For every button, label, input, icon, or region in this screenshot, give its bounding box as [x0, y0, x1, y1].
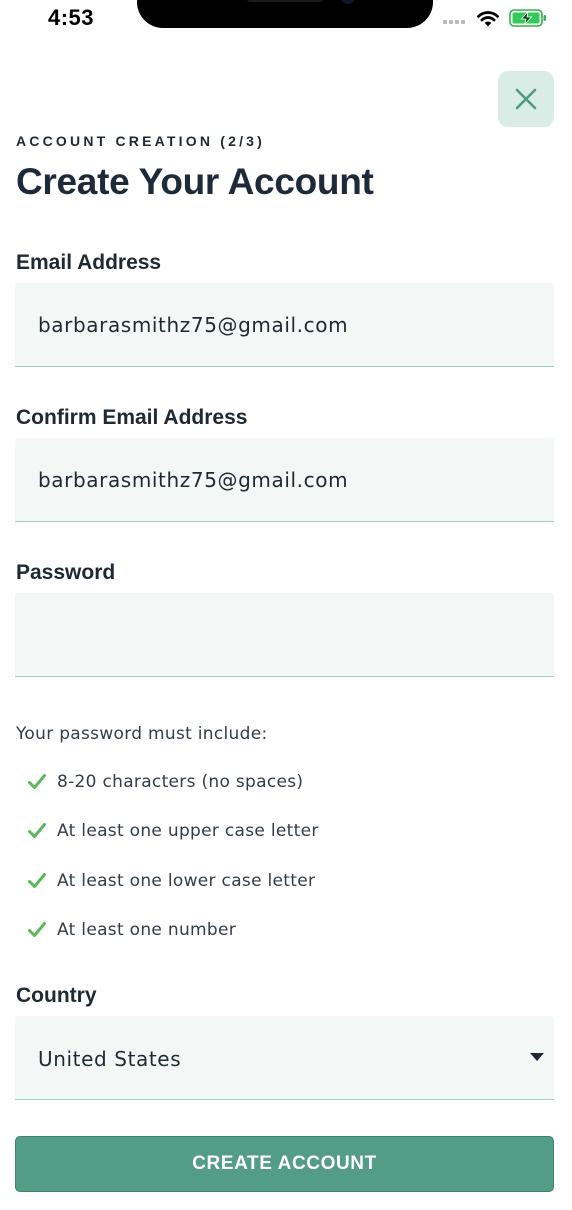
close-button[interactable] — [498, 71, 554, 127]
country-select[interactable]: United States — [15, 1016, 554, 1100]
password-rule-number: At least one number — [27, 920, 236, 940]
create-account-button-label: CREATE ACCOUNT — [192, 1153, 377, 1174]
password-rule-text: At least one number — [57, 920, 237, 940]
checkmark-icon — [28, 774, 46, 789]
password-rules-intro: Your password must include: — [16, 724, 268, 744]
password-rule-length: 8-20 characters (no spaces) — [27, 772, 303, 792]
email-value: barbarasmithz75@gmail.com — [38, 313, 349, 337]
checkmark-icon — [28, 873, 46, 888]
notch-camera — [341, 0, 355, 4]
confirm-email-field[interactable]: barbarasmithz75@gmail.com — [15, 438, 554, 522]
password-field[interactable] — [15, 593, 554, 677]
password-rule-text: 8-20 characters (no spaces) — [57, 772, 304, 792]
step-indicator: ACCOUNT CREATION (2/3) — [16, 133, 266, 149]
device-notch — [137, 0, 433, 28]
wifi-icon — [477, 11, 499, 27]
notch-speaker — [247, 0, 323, 2]
checkmark-icon — [28, 823, 46, 838]
status-time: 4:53 — [48, 5, 95, 30]
battery-charging-icon — [509, 9, 546, 27]
confirm-email-value: barbarasmithz75@gmail.com — [38, 468, 349, 492]
password-rule-text: At least one upper case letter — [57, 821, 319, 841]
page-title: Create Your Account — [16, 161, 374, 202]
checkmark-icon — [28, 922, 46, 937]
password-label: Password — [16, 561, 116, 584]
password-rule-lowercase: At least one lower case letter — [27, 871, 315, 891]
country-value: United States — [38, 1047, 182, 1071]
email-field[interactable]: barbarasmithz75@gmail.com — [15, 283, 554, 367]
cellular-signal-icon — [443, 20, 465, 24]
chevron-down-icon — [530, 1053, 544, 1061]
email-label: Email Address — [16, 251, 162, 274]
password-rule-text: At least one lower case letter — [57, 871, 316, 891]
confirm-email-label: Confirm Email Address — [16, 406, 248, 429]
create-account-button[interactable]: CREATE ACCOUNT — [15, 1136, 554, 1192]
status-bar: 4:53 — [0, 0, 572, 40]
country-label: Country — [16, 984, 97, 1007]
password-rule-uppercase: At least one upper case letter — [27, 821, 319, 841]
close-icon — [515, 88, 537, 110]
